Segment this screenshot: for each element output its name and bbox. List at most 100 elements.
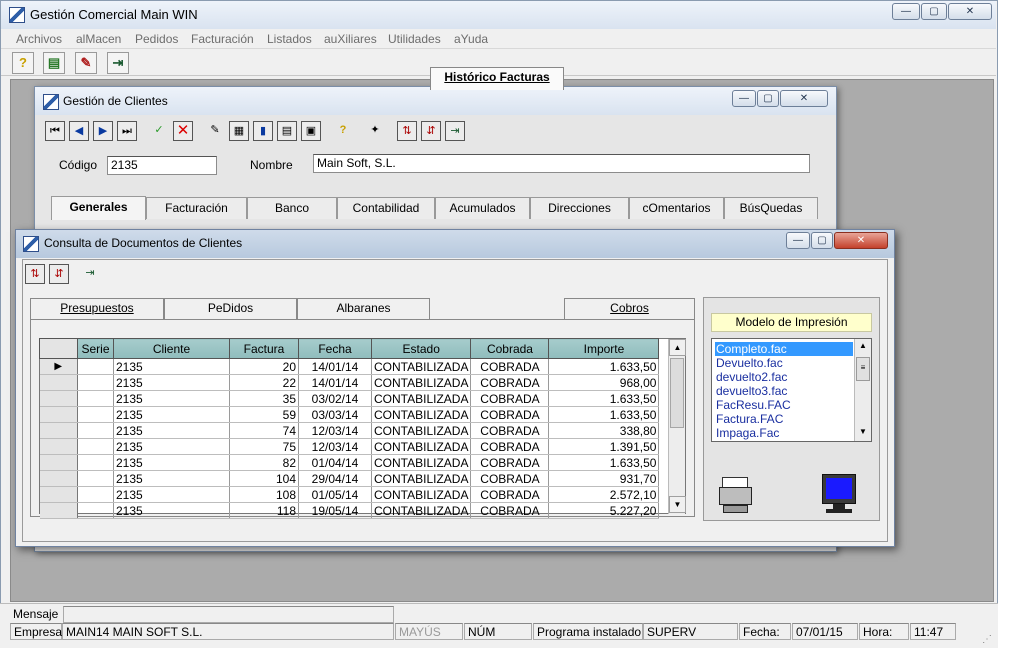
tab-comentarios[interactable]: cOmentarios (629, 197, 724, 219)
tab-acumulados[interactable]: Acumulados (435, 197, 530, 219)
cell-fecha[interactable]: 01/04/14 (298, 454, 372, 471)
list-scroll-thumb[interactable]: ≡ (856, 357, 870, 381)
cell-cliente[interactable]: 2135 (113, 358, 230, 375)
table-row[interactable]: 2135 74 12/03/14 CONTABILIZADA COBRADA 338,80 (39, 422, 660, 439)
row-indicator[interactable] (39, 422, 78, 439)
cell-factura[interactable]: 22 (229, 374, 299, 391)
cell-estado[interactable]: CONTABILIZADA (371, 390, 472, 407)
list-item[interactable]: devuelto3.fac (716, 384, 787, 398)
row-indicator[interactable] (39, 502, 78, 519)
screen-preview-icon[interactable] (822, 474, 856, 514)
cell-estado[interactable]: CONTABILIZADA (371, 502, 472, 519)
cell-serie[interactable] (77, 390, 114, 407)
cell-importe[interactable]: 1.633,50 (548, 454, 660, 471)
cell-serie[interactable] (77, 502, 114, 519)
column-header-factura[interactable]: Factura (229, 338, 299, 359)
menu-pedidos[interactable]: Pedidos (135, 32, 178, 46)
cell-cobrada[interactable]: COBRADA (470, 502, 550, 519)
sort-descending-icon[interactable]: ⇵ (421, 121, 441, 141)
tab-generales[interactable]: Generales (51, 196, 146, 220)
cell-estado[interactable]: CONTABILIZADA (371, 470, 472, 487)
cell-fecha[interactable]: 19/05/14 (298, 502, 372, 519)
cell-serie[interactable] (77, 422, 114, 439)
consulta-title-bar[interactable]: Consulta de Documentos de Clientes — ▢ ✕ (16, 230, 894, 258)
cell-cobrada[interactable]: COBRADA (470, 470, 550, 487)
cell-estado[interactable]: CONTABILIZADA (371, 358, 472, 375)
tab-banco[interactable]: Banco (247, 197, 337, 219)
cell-importe[interactable]: 931,70 (548, 470, 660, 487)
clientes-minimize-button[interactable]: — (732, 90, 756, 107)
resize-grip-icon[interactable]: ⋰ (982, 634, 992, 645)
tab-albaranes[interactable]: Albaranes (297, 298, 430, 319)
list-item[interactable]: FacResu.FAC (716, 398, 791, 412)
tab-busquedas[interactable]: BúsQuedas (724, 197, 818, 219)
cell-estado[interactable]: CONTABILIZADA (371, 422, 472, 439)
table-row[interactable]: 2135 108 01/05/14 CONTABILIZADA COBRADA 2.572… (39, 486, 660, 503)
table-row[interactable]: 2135 22 14/01/14 CONTABILIZADA COBRADA 968,00 (39, 374, 660, 391)
list-item[interactable]: Devuelto.fac (716, 356, 783, 370)
cell-importe[interactable]: 968,00 (548, 374, 660, 391)
cell-cliente[interactable]: 2135 (113, 374, 230, 391)
list-scroll-down-icon[interactable]: ▼ (855, 425, 871, 439)
row-indicator[interactable] (39, 470, 78, 487)
modelo-listbox[interactable]: Completo.fac Devuelto.fac devuelto2.fac … (711, 338, 872, 442)
cell-serie[interactable] (77, 406, 114, 423)
cell-importe[interactable]: 1.633,50 (548, 358, 660, 375)
cell-cobrada[interactable]: COBRADA (470, 486, 550, 503)
menu-auxiliares[interactable]: auXiliares (324, 32, 377, 46)
printer-icon[interactable]: ▤ (43, 52, 65, 74)
previous-record-icon[interactable]: ◀ (69, 121, 89, 141)
cell-estado[interactable]: CONTABILIZADA (371, 406, 472, 423)
column-header-estado[interactable]: Estado (370, 338, 472, 359)
cell-factura[interactable]: 75 (229, 438, 299, 455)
cell-serie[interactable] (77, 374, 114, 391)
maximize-button[interactable]: ▢ (921, 3, 947, 20)
tab-contabilidad[interactable]: Contabilidad (337, 197, 435, 219)
chart-icon[interactable]: ▮ (253, 121, 273, 141)
cell-serie[interactable] (77, 486, 114, 503)
cell-factura[interactable]: 20 (229, 358, 299, 375)
cell-cliente[interactable]: 2135 (113, 470, 230, 487)
tab-pedidos[interactable]: PeDidos (164, 298, 297, 319)
cell-serie[interactable] (77, 358, 114, 375)
cell-factura[interactable]: 118 (229, 502, 299, 519)
menu-listados[interactable]: Listados (267, 32, 312, 46)
tag-icon[interactable]: ✦ (365, 121, 385, 141)
cell-serie[interactable] (77, 438, 114, 455)
cell-factura[interactable]: 104 (229, 470, 299, 487)
list-scrollbar[interactable]: ▲ ≡ ▼ (854, 339, 871, 441)
cell-estado[interactable]: CONTABILIZADA (371, 438, 472, 455)
table-row[interactable]: 2135 35 03/02/14 CONTABILIZADA COBRADA 1.633,… (39, 390, 660, 407)
list-scroll-up-icon[interactable]: ▲ (855, 339, 871, 353)
printer-icon[interactable] (719, 475, 752, 515)
cell-importe[interactable]: 1.633,50 (548, 390, 660, 407)
tab-direcciones[interactable]: Direcciones (530, 197, 629, 219)
main-title-bar[interactable]: Gestión Comercial Main WIN — ▢ ✕ (1, 1, 996, 29)
next-record-icon[interactable]: ▶ (93, 121, 113, 141)
menu-ayuda[interactable]: aYuda (454, 32, 488, 46)
cell-cobrada[interactable]: COBRADA (470, 374, 550, 391)
cell-fecha[interactable]: 03/02/14 (298, 390, 372, 407)
tools-icon[interactable]: ✎ (75, 52, 97, 74)
nombre-field[interactable]: Main Soft, S.L. (313, 154, 810, 173)
tab-presupuestos[interactable]: Presupuestos (30, 298, 164, 319)
scroll-down-icon[interactable]: ▼ (669, 496, 686, 513)
cell-fecha[interactable]: 03/03/14 (298, 406, 372, 423)
cell-fecha[interactable]: 14/01/14 (298, 374, 372, 391)
row-indicator[interactable] (39, 438, 78, 455)
row-indicator[interactable]: ▶ (39, 358, 78, 375)
accept-icon[interactable]: ✓ (149, 121, 169, 141)
menu-almacen[interactable]: alMacen (76, 32, 121, 46)
consulta-close-button[interactable]: ✕ (834, 232, 888, 249)
row-indicator[interactable] (39, 374, 78, 391)
cancel-icon[interactable]: ✕ (173, 121, 193, 141)
cell-cliente[interactable]: 2135 (113, 502, 230, 519)
clientes-maximize-button[interactable]: ▢ (757, 90, 779, 107)
calculator-icon[interactable]: ▦ (229, 121, 249, 141)
cell-fecha[interactable]: 12/03/14 (298, 438, 372, 455)
clientes-close-button[interactable]: ✕ (780, 90, 828, 107)
scroll-thumb[interactable] (670, 358, 684, 428)
cell-importe[interactable]: 338,80 (548, 422, 660, 439)
cell-importe[interactable]: 1.391,50 (548, 438, 660, 455)
column-header-cobrada[interactable]: Cobrada (470, 338, 550, 359)
